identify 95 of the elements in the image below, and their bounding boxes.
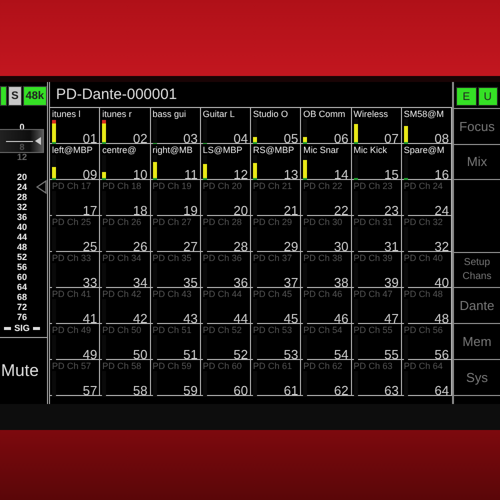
- channel-tile[interactable]: SM58@M 08: [402, 108, 452, 144]
- channel-tile[interactable]: RS@MBP 13: [251, 144, 302, 180]
- channel-tile[interactable]: LS@MBP 12: [200, 144, 251, 180]
- scale-label: 36: [16, 212, 27, 222]
- scale-label: 60: [16, 272, 27, 282]
- scale-label: 24: [16, 182, 27, 192]
- channel-tile[interactable]: PD Ch 33 33: [50, 252, 100, 288]
- status-button[interactable]: S: [8, 86, 22, 106]
- signal-dash-icon: [32, 326, 40, 330]
- channel-tile[interactable]: OB Comm 06: [301, 108, 352, 144]
- scale-label: 8: [19, 142, 24, 152]
- scale-label: 52: [16, 252, 27, 262]
- channel-tile[interactable]: PD Ch 46 46: [301, 288, 352, 324]
- channel-tile[interactable]: left@MBP 09: [50, 144, 100, 180]
- channel-tile[interactable]: PD Ch 21 21: [251, 180, 302, 216]
- channel-tile[interactable]: PD Ch 26 26: [100, 216, 150, 252]
- scale-label: 76: [16, 312, 27, 322]
- scale-label: 40: [16, 222, 27, 232]
- channel-tile[interactable]: PD Ch 48 48: [402, 288, 452, 324]
- channel-tile[interactable]: PD Ch 22 22: [301, 180, 352, 216]
- channel-tile[interactable]: PD Ch 63 63: [352, 360, 402, 396]
- channel-tile[interactable]: PD Ch 19 19: [150, 180, 201, 216]
- scale-label: 64: [16, 282, 27, 292]
- scale-label: 72: [16, 302, 27, 312]
- channel-tile[interactable]: PD Ch 53 53: [251, 324, 302, 360]
- channel-tile[interactable]: PD Ch 31 31: [352, 216, 402, 252]
- channel-tile[interactable]: PD Ch 54 54: [301, 324, 352, 360]
- signal-label: SIG: [14, 323, 30, 333]
- scale-label: 68: [16, 292, 27, 302]
- channel-tile[interactable]: Mic Snar 14: [301, 144, 352, 180]
- channel-tile[interactable]: PD Ch 25 25: [50, 216, 100, 252]
- channel-tile[interactable]: PD Ch 44 44: [200, 288, 251, 324]
- channel-tile[interactable]: PD Ch 49 49: [50, 324, 100, 360]
- channel-tile[interactable]: Wireless 07: [352, 108, 402, 144]
- mode-button[interactable]: U: [478, 87, 498, 106]
- device-title: PD-Dante-000001: [56, 86, 177, 103]
- channel-tile[interactable]: PD Ch 23 23: [352, 180, 402, 216]
- mute-button[interactable]: Mute: [0, 361, 39, 381]
- channel-tile[interactable]: right@MB 11: [150, 144, 201, 180]
- channel-tile[interactable]: PD Ch 29 29: [251, 216, 302, 252]
- channel-tile[interactable]: PD Ch 51 51: [150, 324, 201, 360]
- channel-tile[interactable]: PD Ch 24 24: [402, 180, 452, 216]
- scale-label: 12: [16, 152, 27, 162]
- channel-tile[interactable]: PD Ch 17 17: [50, 180, 100, 216]
- channel-tile[interactable]: PD Ch 61 61: [251, 360, 302, 396]
- channel-tile[interactable]: itunes l 01: [50, 108, 100, 144]
- channel-tile[interactable]: PD Ch 30 30: [301, 216, 352, 252]
- channel-tile[interactable]: PD Ch 56 56: [402, 324, 452, 360]
- channel-tile[interactable]: PD Ch 38 38: [301, 252, 352, 288]
- status-button[interactable]: 48k: [22, 86, 47, 106]
- channel-tile[interactable]: PD Ch 57 57: [50, 360, 100, 396]
- scale-label: 28: [16, 192, 27, 202]
- channel-tile[interactable]: PD Ch 41 41: [50, 288, 100, 324]
- channel-tile[interactable]: PD Ch 64 64: [402, 360, 452, 396]
- channel-tile[interactable]: PD Ch 27 27: [150, 216, 201, 252]
- channel-tile[interactable]: Spare@M 16: [402, 144, 452, 180]
- scale-label: 48: [16, 242, 27, 252]
- channel-tile[interactable]: PD Ch 60 60: [200, 360, 251, 396]
- scale-label: 56: [16, 262, 27, 272]
- menu-button[interactable]: Mix: [454, 144, 500, 180]
- channel-tile[interactable]: PD Ch 36 36: [200, 252, 251, 288]
- channel-tile[interactable]: PD Ch 45 45: [251, 288, 302, 324]
- channel-tile[interactable]: PD Ch 39 39: [352, 252, 402, 288]
- scale-label: 20: [16, 172, 27, 182]
- status-button[interactable]: [0, 86, 8, 106]
- channel-tile[interactable]: centre@ 10: [100, 144, 150, 180]
- channel-tile[interactable]: Mic Kick 15: [352, 144, 402, 180]
- scale-label: 32: [16, 202, 27, 212]
- signal-dash-icon: [4, 326, 12, 330]
- channel-tile[interactable]: PD Ch 28 28: [200, 216, 251, 252]
- channel-tile[interactable]: PD Ch 50 50: [100, 324, 150, 360]
- channel-tile[interactable]: itunes r 02: [100, 108, 150, 144]
- channel-tile[interactable]: PD Ch 62 62: [301, 360, 352, 396]
- channel-tile[interactable]: PD Ch 37 37: [251, 252, 302, 288]
- channel-tile[interactable]: PD Ch 34 34: [100, 252, 150, 288]
- channel-tile[interactable]: PD Ch 18 18: [100, 180, 150, 216]
- channel-tile[interactable]: Studio O 05: [251, 108, 302, 144]
- channel-tile[interactable]: PD Ch 40 40: [402, 252, 452, 288]
- mode-button[interactable]: E: [456, 87, 476, 106]
- channel-tile[interactable]: Guitar L 04: [200, 108, 251, 144]
- scale-label: 44: [16, 232, 27, 242]
- channel-tile[interactable]: PD Ch 43 43: [150, 288, 201, 324]
- menu-button[interactable]: Setup Chans: [454, 252, 500, 288]
- channel-tile[interactable]: PD Ch 59 59: [150, 360, 201, 396]
- channel-tile[interactable]: PD Ch 35 35: [150, 252, 201, 288]
- channel-tile[interactable]: PD Ch 58 58: [100, 360, 150, 396]
- channel-tile[interactable]: PD Ch 42 42: [100, 288, 150, 324]
- fader-knob[interactable]: [0, 129, 44, 153]
- channel-tile[interactable]: PD Ch 47 47: [352, 288, 402, 324]
- channel-tile[interactable]: bass gui 03: [150, 108, 201, 144]
- channel-tile[interactable]: PD Ch 52 52: [200, 324, 251, 360]
- channel-tile[interactable]: PD Ch 55 55: [352, 324, 402, 360]
- channel-tile[interactable]: PD Ch 20 20: [200, 180, 251, 216]
- channel-tile[interactable]: PD Ch 32 32: [402, 216, 452, 252]
- triangle-left-icon: [36, 180, 47, 194]
